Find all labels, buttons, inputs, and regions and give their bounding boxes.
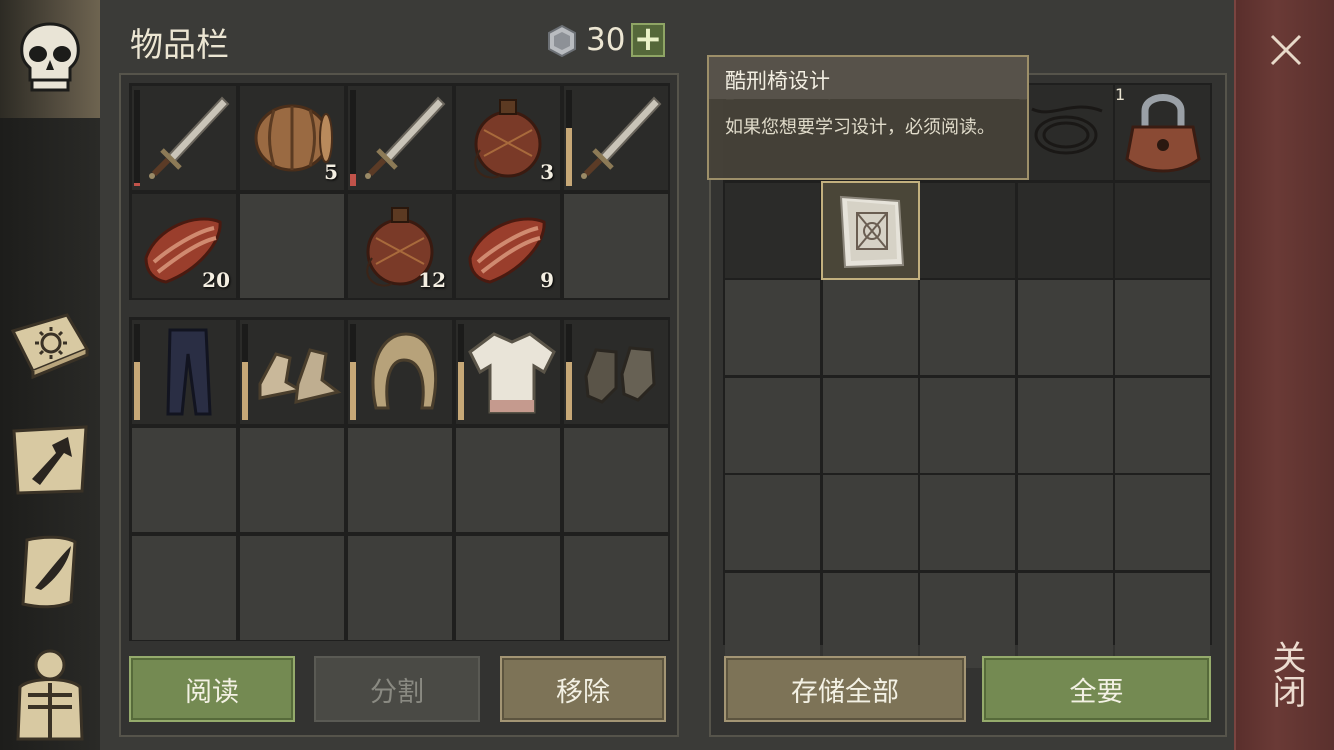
container-slot[interactable] bbox=[1115, 572, 1210, 668]
coin-count: 30 bbox=[586, 22, 626, 58]
empty-slot[interactable] bbox=[348, 536, 452, 640]
inventory-slot[interactable]: 5 bbox=[240, 86, 344, 190]
sidebar-item-quests[interactable] bbox=[8, 530, 92, 614]
add-coins-button[interactable]: + bbox=[631, 22, 665, 57]
remove-button[interactable]: 移除 bbox=[500, 656, 666, 722]
container-slot[interactable] bbox=[920, 475, 1015, 570]
tooltip-title: 酷刑椅设计 bbox=[725, 69, 830, 93]
empty-slot[interactable] bbox=[132, 536, 236, 640]
sword-icon bbox=[356, 90, 452, 190]
inventory-slot[interactable] bbox=[564, 86, 668, 190]
sun-book-icon bbox=[10, 313, 90, 379]
container-slot[interactable] bbox=[920, 182, 1015, 278]
container-slot[interactable] bbox=[1115, 377, 1210, 473]
sidebar-item-equipment[interactable] bbox=[8, 642, 92, 742]
container-slot[interactable] bbox=[1115, 280, 1210, 375]
empty-slot[interactable] bbox=[564, 428, 668, 532]
tooltip-text: 如果您想要学习设计，必须阅读。 bbox=[725, 117, 995, 138]
backpack-icon bbox=[16, 649, 84, 741]
container-slot[interactable]: 1 bbox=[1115, 85, 1210, 180]
scroll-quill-icon bbox=[21, 535, 77, 609]
inventory-slot[interactable] bbox=[348, 86, 452, 190]
sidebar-item-crafting[interactable] bbox=[8, 418, 92, 502]
equipment-slot[interactable] bbox=[240, 320, 344, 424]
sword-icon bbox=[140, 90, 236, 190]
empty-slot[interactable] bbox=[456, 536, 560, 640]
sword-icon bbox=[572, 90, 668, 190]
equipment-grid bbox=[129, 317, 670, 641]
equipment-slot[interactable] bbox=[456, 320, 560, 424]
item-count: 12 bbox=[418, 268, 446, 292]
container-slot[interactable] bbox=[822, 377, 918, 473]
take-all-button[interactable]: 全要 bbox=[982, 656, 1211, 722]
blueprint-icon bbox=[827, 187, 915, 279]
empty-slot[interactable] bbox=[456, 428, 560, 532]
inventory-slot[interactable]: 3 bbox=[456, 86, 560, 190]
sidebar-item-character[interactable] bbox=[0, 0, 100, 118]
item-count: 9 bbox=[540, 268, 554, 292]
container-slot[interactable] bbox=[920, 377, 1015, 473]
container-slot[interactable] bbox=[1115, 182, 1210, 278]
sidebar-item-journal[interactable] bbox=[8, 302, 92, 386]
container-slot[interactable] bbox=[725, 572, 820, 668]
skull-icon bbox=[12, 18, 88, 94]
container-slot[interactable] bbox=[1017, 572, 1113, 668]
container-slot[interactable] bbox=[1017, 475, 1113, 570]
container-slot[interactable]: 1 bbox=[1017, 85, 1113, 181]
inventory-slot[interactable] bbox=[132, 86, 236, 190]
container-slot[interactable] bbox=[822, 280, 918, 375]
equipment-slot[interactable] bbox=[564, 320, 668, 424]
empty-slot[interactable] bbox=[132, 428, 236, 532]
container-slot[interactable] bbox=[725, 475, 820, 570]
close-panel[interactable] bbox=[1234, 0, 1334, 750]
close-label[interactable]: 关闭 bbox=[1266, 640, 1306, 708]
container-slot[interactable] bbox=[920, 280, 1015, 375]
container-slot[interactable] bbox=[1017, 182, 1113, 278]
gloves-icon bbox=[572, 324, 668, 424]
pants-icon bbox=[140, 324, 236, 424]
equipment-slot[interactable] bbox=[348, 320, 452, 424]
rope-icon bbox=[1022, 89, 1110, 181]
item-count: 5 bbox=[324, 160, 338, 184]
item-tooltip: 酷刑椅设计 如果您想要学习设计，必须阅读。 bbox=[707, 55, 1029, 180]
boots-icon bbox=[248, 324, 344, 424]
container-slot[interactable] bbox=[822, 572, 918, 668]
container-slot[interactable] bbox=[725, 280, 820, 375]
close-icon[interactable] bbox=[1266, 30, 1306, 70]
container-slot[interactable] bbox=[725, 182, 820, 278]
split-button[interactable]: 分割 bbox=[314, 656, 480, 722]
inventory-title: 物品栏 bbox=[130, 25, 229, 64]
inventory-slot[interactable]: 20 bbox=[132, 194, 236, 298]
equipment-slot[interactable] bbox=[132, 320, 236, 424]
padlock-icon bbox=[1119, 89, 1207, 181]
inventory-slot[interactable] bbox=[240, 194, 344, 298]
inventory-slot[interactable]: 12 bbox=[348, 194, 452, 298]
selected-item-slot[interactable] bbox=[820, 180, 920, 280]
read-button[interactable]: 阅读 bbox=[129, 656, 295, 722]
container-slot[interactable] bbox=[1017, 280, 1113, 375]
shirt-icon bbox=[464, 324, 560, 424]
craft-map-icon bbox=[12, 425, 88, 495]
container-slot[interactable] bbox=[1115, 475, 1210, 570]
inventory-slot[interactable] bbox=[564, 194, 668, 298]
coin-icon bbox=[545, 24, 579, 58]
inventory-slot[interactable]: 9 bbox=[456, 194, 560, 298]
container-slot[interactable] bbox=[822, 475, 918, 570]
item-count: 20 bbox=[202, 268, 230, 292]
container-slot[interactable] bbox=[725, 377, 820, 473]
empty-slot[interactable] bbox=[564, 536, 668, 640]
empty-slot[interactable] bbox=[348, 428, 452, 532]
store-all-button[interactable]: 存储全部 bbox=[724, 656, 966, 722]
item-count: 3 bbox=[540, 160, 554, 184]
container-slot[interactable] bbox=[920, 572, 1015, 668]
empty-slot[interactable] bbox=[240, 428, 344, 532]
bag-grid: 5 3 20 12 9 bbox=[129, 83, 670, 300]
hood-icon bbox=[356, 324, 452, 424]
empty-slot[interactable] bbox=[240, 536, 344, 640]
container-slot[interactable] bbox=[1017, 377, 1113, 473]
